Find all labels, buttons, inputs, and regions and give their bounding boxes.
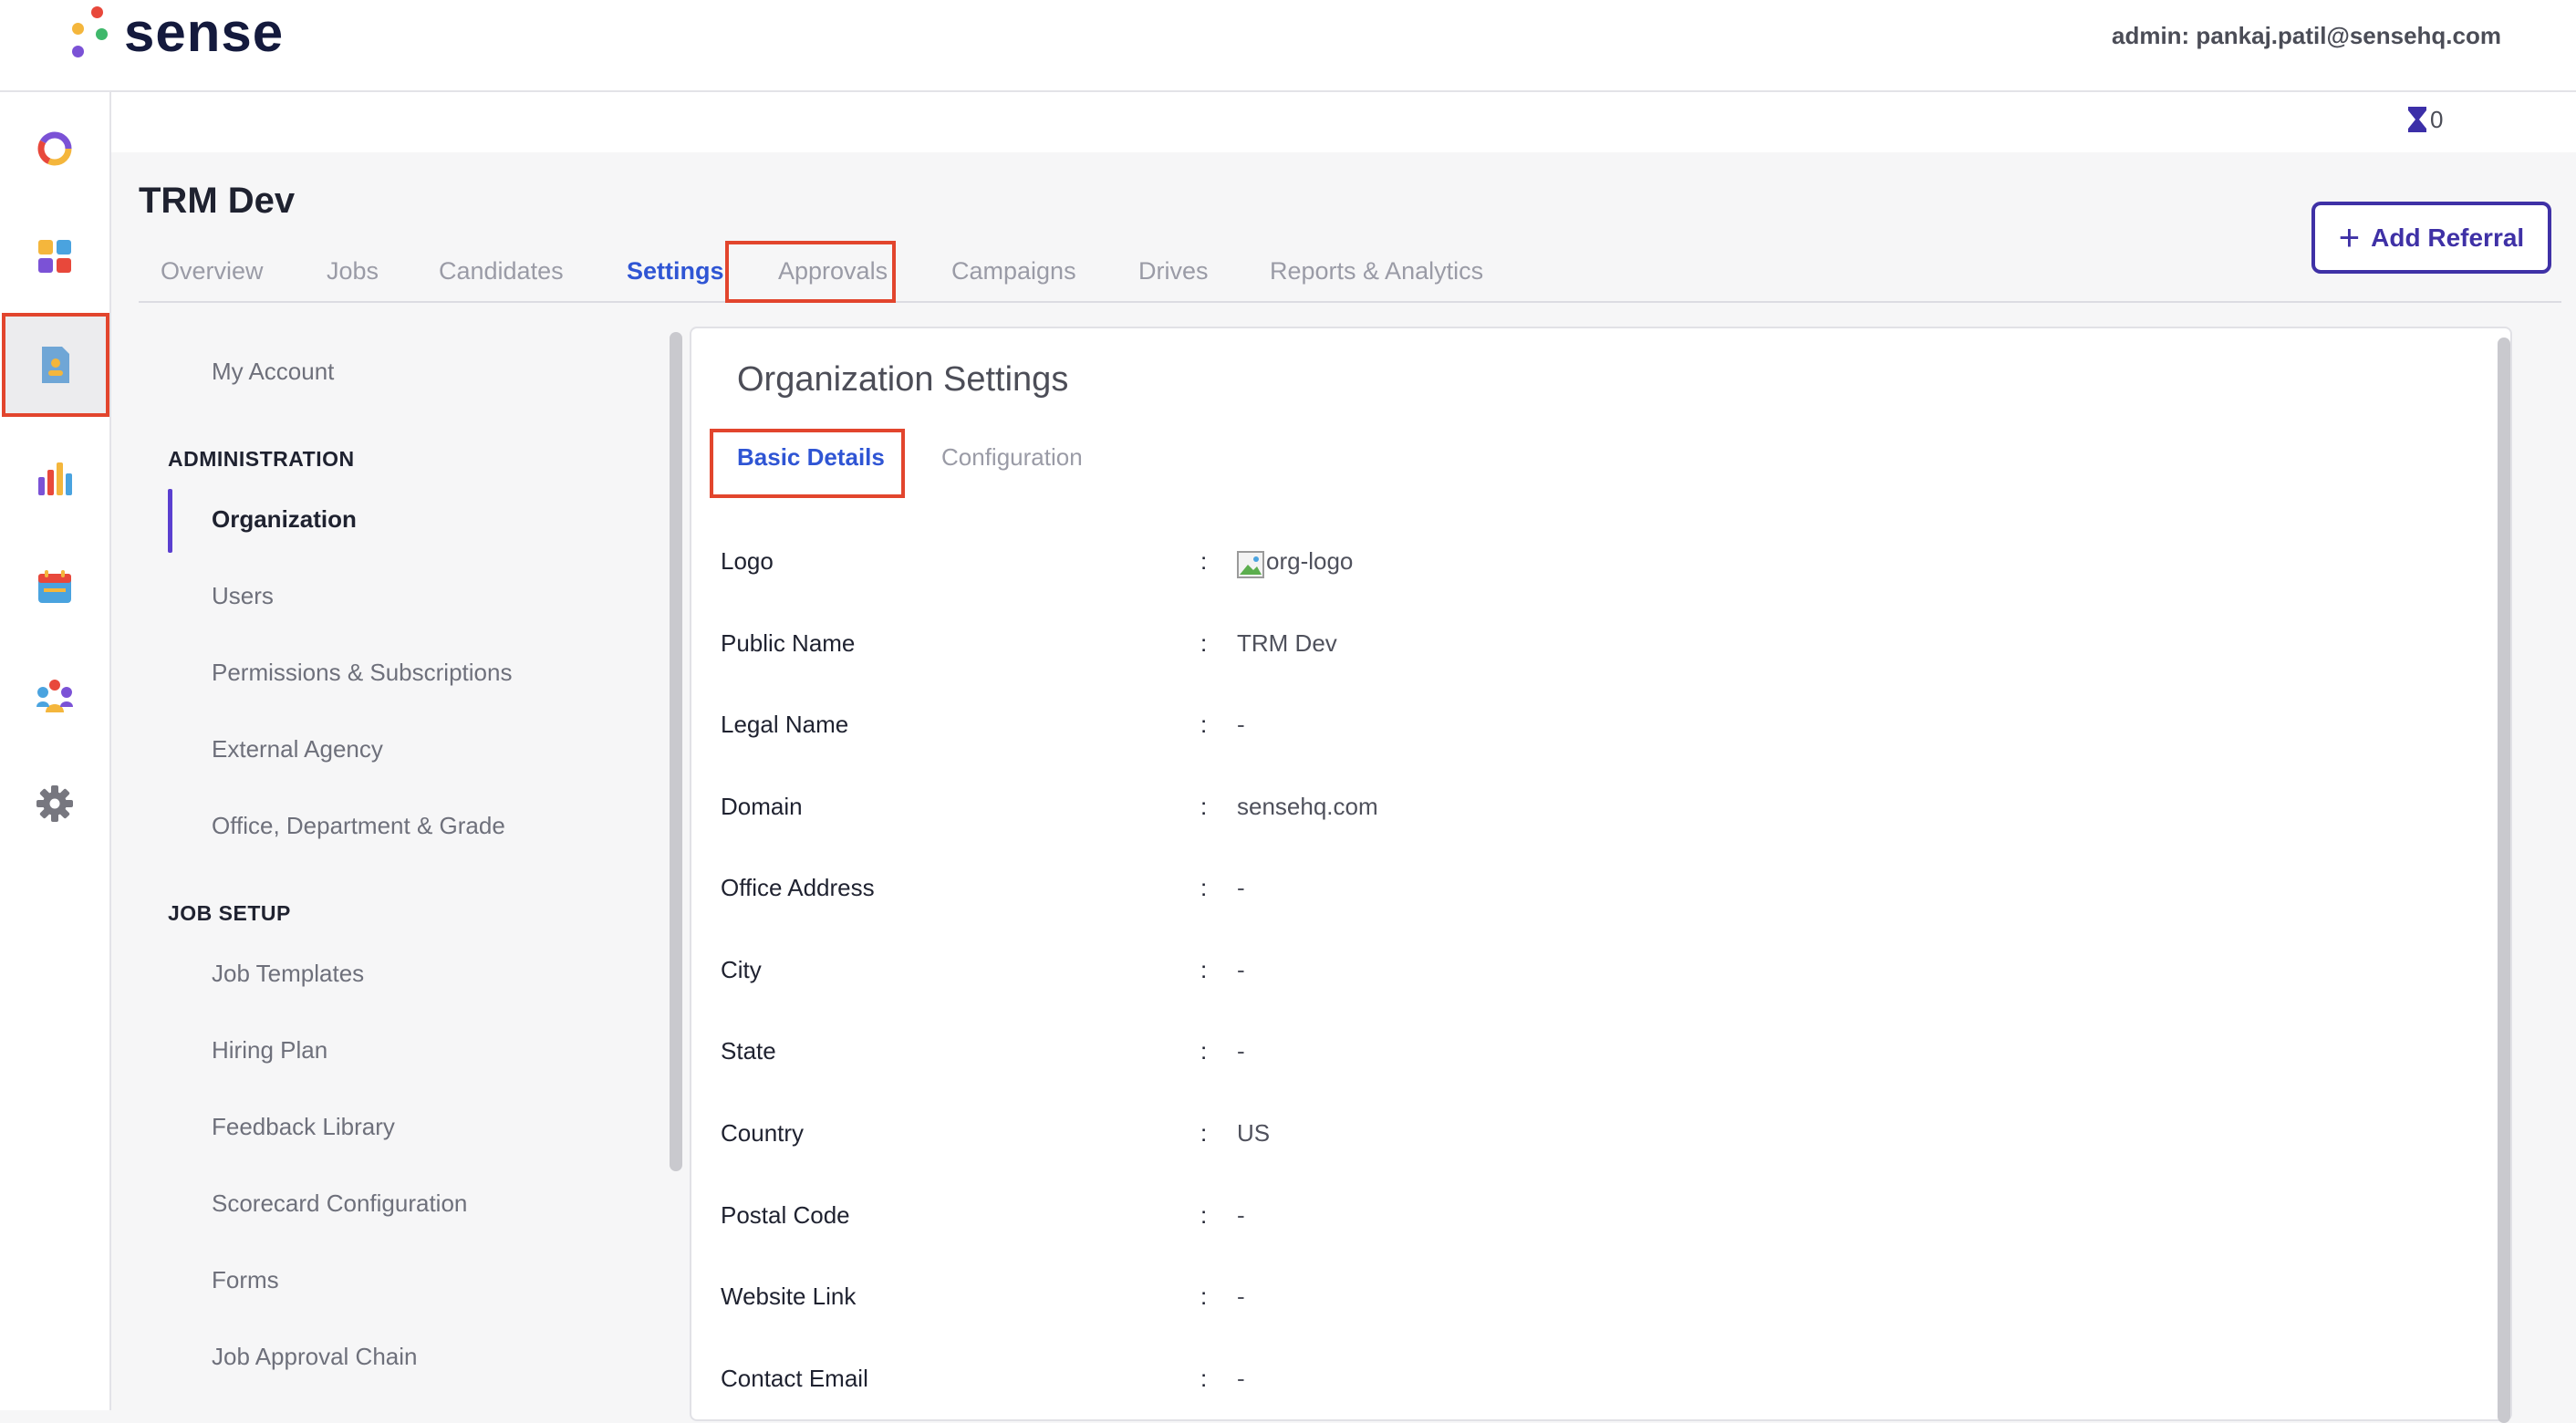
field-value: - — [1237, 1283, 1245, 1310]
field-row-public-name: Public Name : TRM Dev — [721, 629, 2454, 675]
tab-candidates[interactable]: Candidates — [439, 257, 564, 286]
left-nav — [0, 92, 111, 1410]
field-colon: : — [1200, 711, 1208, 738]
field-colon: : — [1200, 956, 1208, 983]
analytics-icon[interactable] — [13, 437, 97, 521]
field-label: State — [721, 1037, 776, 1065]
pending-tasks[interactable]: 0 — [2406, 105, 2443, 134]
field-colon: : — [1200, 874, 1208, 901]
add-referral-label: Add Referral — [2371, 223, 2525, 252]
tab-approvals[interactable]: Approvals — [778, 257, 888, 286]
field-row-office-address: Office Address : - — [721, 874, 2454, 919]
top-bar: sense admin: pankaj.patil@sensehq.com — [0, 0, 2576, 92]
hourglass-icon — [2408, 107, 2426, 132]
snav-hiring-plan[interactable]: Hiring Plan — [212, 1036, 327, 1065]
field-row-legal-name: Legal Name : - — [721, 711, 2454, 756]
field-colon: : — [1200, 1201, 1208, 1229]
field-row-domain: Domain : sensehq.com — [721, 793, 2454, 838]
field-label: Country — [721, 1119, 805, 1147]
field-row-postal-code: Postal Code : - — [721, 1201, 2454, 1247]
panel-title: Organization Settings — [737, 360, 1069, 399]
tab-overview[interactable]: Overview — [161, 257, 264, 286]
snav-organization[interactable]: Organization — [212, 505, 357, 534]
field-value: - — [1237, 1037, 1245, 1065]
field-row-website-link: Website Link : - — [721, 1283, 2454, 1328]
admin-user-label: admin: pankaj.patil@sensehq.com — [2111, 22, 2501, 49]
field-colon: : — [1200, 1037, 1208, 1065]
add-referral-button[interactable]: + Add Referral — [2311, 202, 2551, 274]
snav-feedback-library[interactable]: Feedback Library — [212, 1113, 395, 1141]
field-row-contact-email: Contact Email : - — [721, 1365, 2454, 1410]
logo-dots-icon — [69, 1, 109, 65]
section-administration: ADMINISTRATION — [168, 447, 355, 471]
field-label: Legal Name — [721, 711, 849, 738]
brand-name: sense — [124, 2, 285, 63]
tab-jobs[interactable]: Jobs — [327, 257, 379, 286]
sidebar-scrollbar[interactable] — [670, 332, 682, 1171]
field-label: Domain — [721, 793, 803, 820]
tab-configuration[interactable]: Configuration — [941, 443, 1083, 472]
snav-job-templates[interactable]: Job Templates — [212, 960, 364, 988]
field-colon: : — [1200, 793, 1208, 820]
field-colon: : — [1200, 629, 1208, 657]
field-value: sensehq.com — [1237, 793, 1378, 820]
snav-users[interactable]: Users — [212, 582, 274, 610]
field-colon: : — [1200, 547, 1208, 575]
field-value: - — [1237, 1365, 1245, 1392]
field-value: - — [1237, 874, 1245, 901]
org-title: TRM Dev — [139, 181, 296, 221]
field-value: - — [1237, 711, 1245, 738]
hourglass-count: 0 — [2430, 105, 2444, 133]
field-label: Logo — [721, 547, 774, 575]
field-row-state: State : - — [721, 1037, 2454, 1083]
field-value: US — [1237, 1119, 1271, 1147]
snav-my-account[interactable]: My Account — [212, 358, 334, 386]
apps-icon[interactable] — [13, 214, 97, 298]
field-colon: : — [1200, 1119, 1208, 1147]
tab-settings[interactable]: Settings — [627, 257, 724, 286]
field-colon: : — [1200, 1283, 1208, 1310]
tab-campaigns[interactable]: Campaigns — [951, 257, 1076, 286]
field-label: Office Address — [721, 874, 875, 901]
tab-reports-analytics[interactable]: Reports & Analytics — [1270, 257, 1483, 286]
snav-permissions-subscriptions[interactable]: Permissions & Subscriptions — [212, 659, 512, 687]
field-value: - — [1237, 956, 1245, 983]
calendar-icon[interactable] — [13, 545, 97, 628]
panel-scrollbar[interactable] — [2498, 338, 2510, 1423]
utility-bar: 0 — [111, 92, 2576, 152]
dashboard-icon[interactable] — [13, 107, 97, 191]
sense-logo[interactable]: sense — [69, 0, 284, 66]
tab-drives[interactable]: Drives — [1138, 257, 1209, 286]
main-tabs: Overview Jobs Candidates Settings Approv… — [139, 241, 2561, 303]
field-row-country: Country : US — [721, 1119, 2454, 1165]
field-colon: : — [1200, 1365, 1208, 1392]
field-label: Contact Email — [721, 1365, 868, 1392]
snav-forms[interactable]: Forms — [212, 1266, 279, 1294]
snav-office-department-grade[interactable]: Office, Department & Grade — [212, 812, 505, 840]
field-label: Postal Code — [721, 1201, 850, 1229]
document-icon[interactable] — [2, 313, 109, 417]
field-value: org-logo — [1266, 547, 1354, 575]
field-row-logo: Logo : org-logo — [721, 547, 2454, 593]
snav-external-agency[interactable]: External Agency — [212, 735, 383, 763]
settings-gear-icon[interactable] — [13, 762, 97, 846]
field-value: - — [1237, 1201, 1245, 1229]
snav-job-approval-chain[interactable]: Job Approval Chain — [212, 1343, 417, 1371]
active-item-indicator — [168, 489, 172, 553]
broken-image-icon — [1237, 551, 1264, 578]
section-job-setup: JOB SETUP — [168, 901, 291, 925]
plus-icon: + — [2338, 217, 2361, 258]
organization-settings-panel: Organization Settings Basic Details Conf… — [690, 327, 2512, 1423]
snav-scorecard-configuration[interactable]: Scorecard Configuration — [212, 1189, 467, 1218]
field-label: City — [721, 956, 762, 983]
people-icon[interactable] — [13, 654, 97, 738]
field-row-city: City : - — [721, 956, 2454, 1002]
field-label: Public Name — [721, 629, 856, 657]
field-label: Website Link — [721, 1283, 857, 1310]
tab-basic-details[interactable]: Basic Details — [737, 443, 885, 472]
field-value: TRM Dev — [1237, 629, 1337, 657]
